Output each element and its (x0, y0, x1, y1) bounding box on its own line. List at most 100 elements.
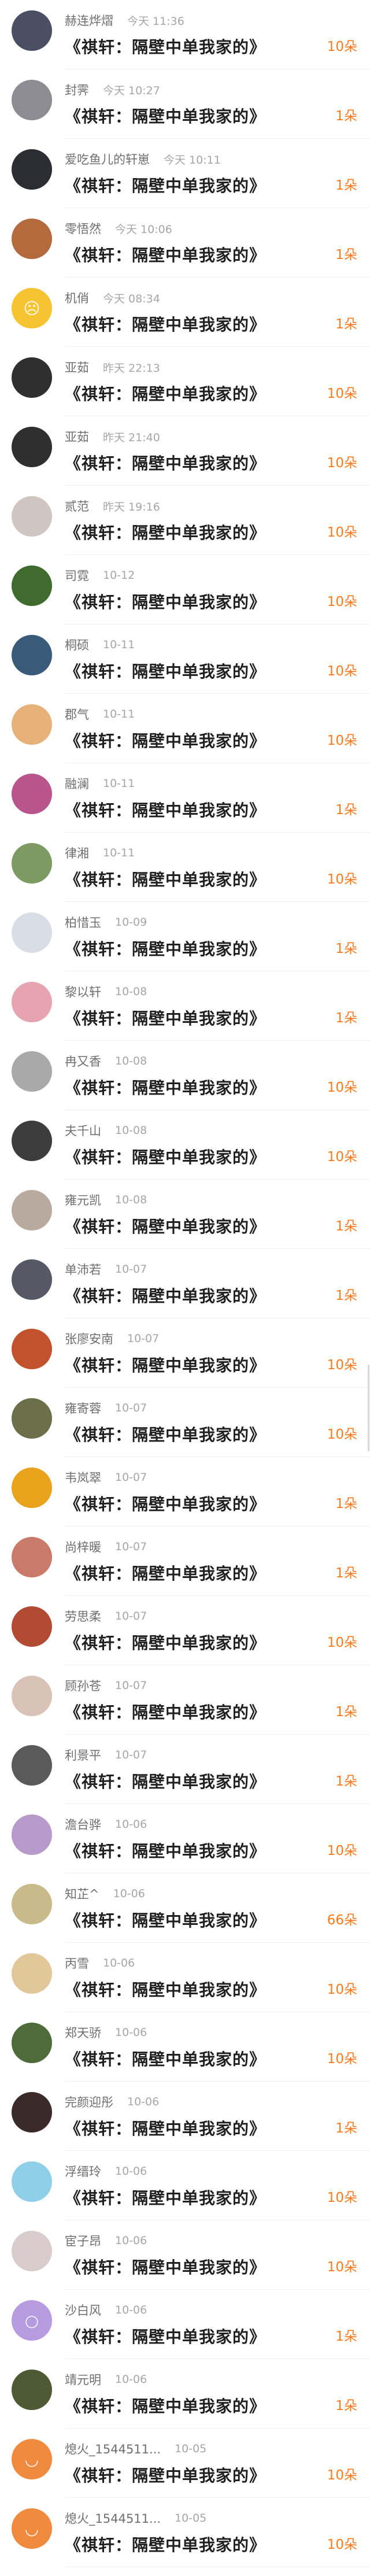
user-name[interactable]: 靖元明 (65, 2371, 101, 2388)
book-title[interactable]: 《祺轩：隔壁中单我家的》 (65, 2533, 266, 2556)
avatar[interactable] (12, 10, 52, 51)
list-item[interactable]: 贰范 昨天 19:16 《祺轩：隔壁中单我家的》 10朵 (0, 486, 370, 555)
list-item[interactable]: 夫千山 10-08 《祺轩：隔壁中单我家的》 10朵 (0, 1110, 370, 1180)
avatar[interactable]: ○ (12, 2300, 52, 2341)
user-name[interactable]: 张廖安南 (65, 1330, 113, 1347)
avatar[interactable] (12, 357, 52, 398)
user-name[interactable]: 熄火_1544511... (65, 2440, 161, 2457)
avatar[interactable] (12, 2370, 52, 2410)
list-item[interactable]: 单沛若 10-07 《祺轩：隔壁中单我家的》 1朵 (0, 1249, 370, 1318)
list-item[interactable]: 雍寄蓉 10-07 《祺轩：隔壁中单我家的》 10朵 (0, 1388, 370, 1457)
avatar[interactable] (12, 2092, 52, 2133)
list-item[interactable]: 桐硕 10-11 《祺轩：隔壁中单我家的》 10朵 (0, 624, 370, 694)
user-name[interactable]: 赫连烨熠 (65, 12, 113, 29)
user-name[interactable]: 雍寄蓉 (65, 1399, 101, 1417)
list-item[interactable]: ◡ 熄火_1544511... 10-05 《祺轩：隔壁中单我家的》 10朵 (0, 2429, 370, 2498)
user-name[interactable]: 沙白风 (65, 2301, 101, 2319)
book-title[interactable]: 《祺轩：隔壁中单我家的》 (65, 1908, 266, 1931)
user-name[interactable]: 融澜 (65, 775, 89, 792)
avatar[interactable] (12, 1676, 52, 1716)
book-title[interactable]: 《祺轩：隔壁中单我家的》 (65, 2324, 266, 2348)
book-title[interactable]: 《祺轩：隔壁中单我家的》 (65, 2116, 266, 2139)
user-name[interactable]: 劳思柔 (65, 1607, 101, 1625)
user-name[interactable]: 丙雪 (65, 1954, 89, 1972)
avatar[interactable] (12, 1537, 52, 1577)
user-name[interactable]: 雍元凯 (65, 1191, 101, 1208)
avatar[interactable] (12, 1051, 52, 1092)
list-item[interactable]: 韦岚翠 10-07 《祺轩：隔壁中单我家的》 1朵 (0, 1457, 370, 1527)
avatar[interactable] (12, 566, 52, 606)
list-item[interactable]: 黎以轩 10-08 《祺轩：隔壁中单我家的》 1朵 (0, 971, 370, 1041)
list-item[interactable]: 零悟然 今天 10:06 《祺轩：隔壁中单我家的》 1朵 (0, 208, 370, 278)
avatar[interactable] (12, 1190, 52, 1230)
user-name[interactable]: 利景平 (65, 1746, 101, 1764)
avatar[interactable] (12, 427, 52, 467)
book-title[interactable]: 《祺轩：隔壁中单我家的》 (65, 35, 266, 58)
avatar[interactable]: ◡ (12, 2508, 52, 2549)
book-title[interactable]: 《祺轩：隔壁中单我家的》 (65, 1422, 266, 1446)
user-name[interactable]: 宦子昂 (65, 2232, 101, 2249)
book-title[interactable]: 《祺轩：隔壁中单我家的》 (65, 451, 266, 474)
user-name[interactable]: 冉又香 (65, 1052, 101, 1070)
avatar[interactable] (12, 2161, 52, 2202)
user-name[interactable]: 浮缙玲 (65, 2163, 101, 2180)
book-title[interactable]: 《祺轩：隔壁中单我家的》 (65, 520, 266, 544)
book-title[interactable]: 《祺轩：隔壁中单我家的》 (65, 1769, 266, 1793)
list-item[interactable]: 丙雪 10-06 《祺轩：隔壁中单我家的》 10朵 (0, 1943, 370, 2012)
list-item[interactable]: 雍元凯 10-08 《祺轩：隔壁中单我家的》 1朵 (0, 1180, 370, 1249)
list-item[interactable]: ◡ 熄火_1544511... 10-05 《祺轩：隔壁中单我家的》 10朵 (0, 2498, 370, 2567)
user-name[interactable]: 郑天骄 (65, 2024, 101, 2041)
list-item[interactable]: 郡气 10-11 《祺轩：隔壁中单我家的》 10朵 (0, 694, 370, 763)
avatar[interactable] (12, 2023, 52, 2063)
user-name[interactable]: 亚茹 (65, 428, 89, 445)
book-title[interactable]: 《祺轩：隔壁中单我家的》 (65, 1006, 266, 1029)
book-title[interactable]: 《祺轩：隔壁中单我家的》 (65, 1284, 266, 1307)
list-item[interactable]: 宦子昂 10-06 《祺轩：隔壁中单我家的》 10朵 (0, 2220, 370, 2290)
user-name[interactable]: 澹台骅 (65, 1816, 101, 1833)
list-item[interactable]: 冉又香 10-08 《祺轩：隔壁中单我家的》 10朵 (0, 1041, 370, 1110)
user-name[interactable]: 单沛若 (65, 1261, 101, 1278)
avatar[interactable] (12, 1814, 52, 1855)
avatar[interactable] (12, 496, 52, 537)
avatar[interactable] (12, 1884, 52, 1924)
avatar[interactable]: ◡ (12, 2439, 52, 2479)
user-name[interactable]: 知芷^ (65, 1885, 99, 1902)
book-title[interactable]: 《祺轩：隔壁中单我家的》 (65, 312, 266, 335)
user-name[interactable]: 郡气 (65, 705, 89, 723)
book-title[interactable]: 《祺轩：隔壁中单我家的》 (65, 243, 266, 266)
book-title[interactable]: 《祺轩：隔壁中单我家的》 (65, 1492, 266, 1515)
avatar[interactable] (12, 80, 52, 120)
book-title[interactable]: 《祺轩：隔壁中单我家的》 (65, 1700, 266, 1723)
user-name[interactable]: 顾孙苍 (65, 1677, 101, 1694)
book-title[interactable]: 《祺轩：隔壁中单我家的》 (65, 2463, 266, 2486)
user-name[interactable]: 封霁 (65, 81, 89, 98)
avatar[interactable] (12, 1606, 52, 1647)
user-name[interactable]: 黎以轩 (65, 983, 101, 1000)
book-title[interactable]: 《祺轩：隔壁中单我家的》 (65, 1214, 266, 1237)
user-name[interactable]: 司霓 (65, 567, 89, 584)
list-item[interactable]: 爱吃鱼儿的轩崽 今天 10:11 《祺轩：隔壁中单我家的》 1朵 (0, 139, 370, 208)
book-title[interactable]: 《祺轩：隔壁中单我家的》 (65, 1839, 266, 1862)
list-item[interactable]: 知芷^ 10-06 《祺轩：隔壁中单我家的》 66朵 (0, 1873, 370, 1943)
avatar[interactable] (12, 1329, 52, 1369)
book-title[interactable]: 《祺轩：隔壁中单我家的》 (65, 1631, 266, 1654)
user-name[interactable]: 完颜迎彤 (65, 2093, 113, 2111)
book-title[interactable]: 《祺轩：隔壁中单我家的》 (65, 173, 266, 197)
scrollbar-thumb[interactable] (368, 1365, 369, 1451)
avatar[interactable] (12, 149, 52, 190)
user-name[interactable]: 爱吃鱼儿的轩崽 (65, 150, 150, 168)
book-title[interactable]: 《祺轩：隔壁中单我家的》 (65, 2255, 266, 2278)
book-title[interactable]: 《祺轩：隔壁中单我家的》 (65, 867, 266, 890)
list-item[interactable]: 融澜 10-11 《祺轩：隔壁中单我家的》 1朵 (0, 763, 370, 833)
avatar[interactable] (12, 1468, 52, 1508)
user-name[interactable]: 零悟然 (65, 220, 101, 237)
list-item[interactable]: 柏惜玉 10-09 《祺轩：隔壁中单我家的》 1朵 (0, 902, 370, 971)
list-item[interactable]: 浮缙玲 10-06 《祺轩：隔壁中单我家的》 10朵 (0, 2151, 370, 2220)
user-name[interactable]: 夫千山 (65, 1122, 101, 1139)
list-item[interactable]: 郑天骄 10-06 《祺轩：隔壁中单我家的》 10朵 (0, 2012, 370, 2082)
list-item[interactable]: 亚茹 昨天 21:40 《祺轩：隔壁中单我家的》 10朵 (0, 416, 370, 486)
user-name[interactable]: 柏惜玉 (65, 914, 101, 931)
list-item[interactable]: ○ 沙白风 10-06 《祺轩：隔壁中单我家的》 1朵 (0, 2290, 370, 2359)
avatar[interactable] (12, 2231, 52, 2271)
list-item[interactable]: 律湘 10-11 《祺轩：隔壁中单我家的》 10朵 (0, 833, 370, 902)
